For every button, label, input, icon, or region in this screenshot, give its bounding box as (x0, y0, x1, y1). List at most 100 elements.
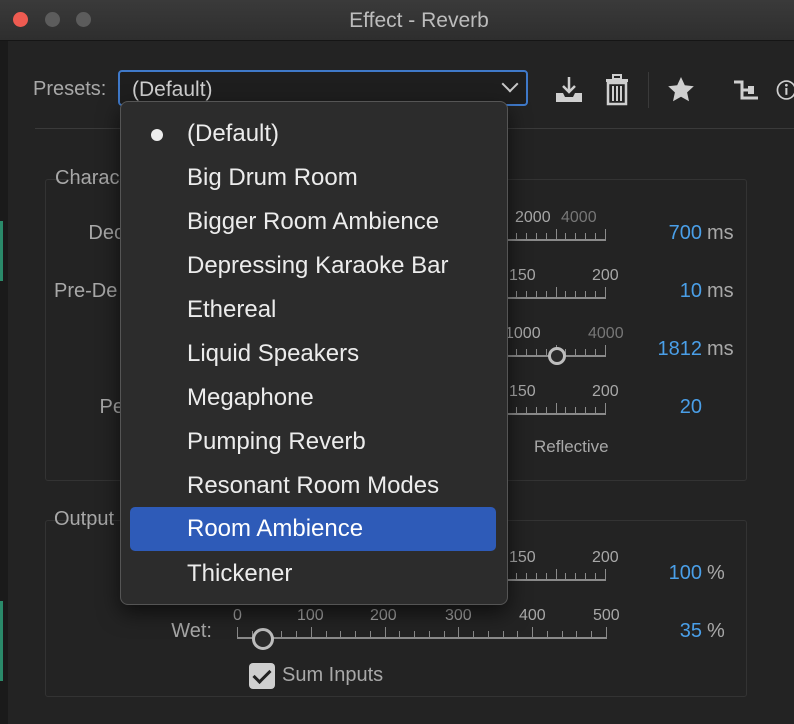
wet-slider[interactable] (237, 627, 607, 639)
ruler-tick (547, 631, 548, 637)
ruler-tick (585, 233, 586, 239)
perception-slider[interactable] (506, 403, 606, 415)
ruler-tick (516, 291, 517, 297)
window-title: Effect - Reverb (349, 9, 489, 32)
decay-label: Dec (88, 222, 124, 244)
diffusion-unit: ms (707, 338, 734, 360)
checked-bullet-icon (151, 129, 163, 141)
ruler-tick (556, 287, 557, 297)
save-preset-icon[interactable] (552, 72, 586, 108)
menu-item-liquid-speakers[interactable]: Liquid Speakers (121, 334, 507, 374)
menu-item-resonant-room-modes[interactable]: Resonant Room Modes (121, 466, 507, 506)
pre-decay-value[interactable]: 10 (640, 280, 702, 303)
characteristics-title: Charac (55, 167, 120, 189)
menu-item-label: Big Drum Room (187, 164, 358, 191)
ruler-tick (429, 631, 430, 637)
wet-slider-knob[interactable] (252, 628, 274, 650)
ruler-tick (458, 627, 459, 637)
ruler-tick (562, 631, 563, 637)
ruler-tick (565, 407, 566, 413)
ruler-tick (565, 573, 566, 579)
decay-unit: ms (707, 222, 734, 244)
menu-item-megaphone[interactable]: Megaphone (121, 378, 507, 418)
menu-item-label: Megaphone (187, 384, 314, 411)
delete-preset-icon[interactable] (602, 72, 632, 108)
pre-decay-tick-150: 150 (509, 267, 536, 284)
ruler-tick (414, 631, 415, 637)
menu-item-ethereal[interactable]: Ethereal (121, 290, 507, 330)
sum-inputs-label: Sum Inputs (282, 664, 384, 686)
ruler-tick (556, 569, 557, 579)
ruler-tick (565, 291, 566, 297)
menu-item-default[interactable]: (Default) (121, 114, 507, 154)
ruler-tick (575, 233, 576, 239)
wet-tick-100: 100 (297, 607, 324, 624)
waveform-edge (0, 41, 8, 724)
menu-item-label: Resonant Room Modes (187, 472, 440, 499)
ruler-tick (311, 627, 312, 637)
ruler-tick (385, 627, 386, 637)
ruler-tick (556, 403, 557, 413)
menu-item-bigger-room-ambience[interactable]: Bigger Room Ambience (121, 202, 507, 242)
ruler-tick (536, 291, 537, 297)
perception-tick-150: 150 (509, 383, 536, 400)
ruler-tick (595, 349, 596, 355)
ruler-tick (585, 407, 586, 413)
decay-value[interactable]: 700 (640, 222, 702, 245)
menu-item-pumping-reverb[interactable]: Pumping Reverb (121, 422, 507, 462)
ruler-tick (605, 403, 606, 413)
menu-item-big-drum-room[interactable]: Big Drum Room (121, 158, 507, 198)
ruler-tick (516, 407, 517, 413)
wet-value[interactable]: 35 (640, 620, 702, 643)
info-icon[interactable] (774, 72, 794, 108)
wet-tick-200: 200 (370, 607, 397, 624)
wet-tick-400: 400 (519, 607, 546, 624)
wet-tick-500: 500 (593, 607, 620, 624)
menu-item-depressing-karaoke-bar[interactable]: Depressing Karaoke Bar (121, 246, 507, 286)
ruler-tick (591, 631, 592, 637)
ruler-tick (526, 233, 527, 239)
diffusion-slider-knob[interactable] (548, 347, 566, 365)
presets-selected-value: (Default) (132, 78, 213, 101)
menu-item-thickener[interactable]: Thickener (121, 554, 507, 594)
decay-slider[interactable] (506, 229, 606, 241)
ruler-tick (605, 229, 606, 239)
menu-item-label: Ethereal (187, 296, 277, 323)
ruler-tick (605, 345, 606, 355)
decay-tick-2000: 2000 (515, 209, 551, 226)
ruler-tick (546, 233, 547, 239)
diffusion-tick-4000: 4000 (588, 325, 624, 342)
ruler-tick (536, 349, 537, 355)
ruler-tick (575, 349, 576, 355)
ruler-tick (546, 407, 547, 413)
title-bar: Effect - Reverb (0, 0, 794, 41)
diffusion-value[interactable]: 1812 (640, 338, 703, 361)
ruler-tick (281, 631, 282, 637)
ruler-tick (532, 627, 533, 637)
pre-decay-slider[interactable] (506, 287, 606, 299)
diffusion-tick-1000: 1000 (505, 325, 541, 342)
ruler-tick (585, 349, 586, 355)
ruler-tick (503, 631, 504, 637)
ruler-tick (516, 349, 517, 355)
menu-item-label: Thickener (187, 560, 293, 587)
ruler-tick (516, 573, 517, 579)
ruler-tick (536, 233, 537, 239)
ruler-tick (326, 631, 327, 637)
routing-icon[interactable] (730, 72, 762, 108)
favorite-star-icon[interactable] (664, 72, 698, 108)
dry-tick-200: 200 (592, 549, 619, 566)
ruler-tick (565, 233, 566, 239)
menu-item-room-ambience[interactable]: Room Ambience (130, 507, 496, 551)
dry-slider[interactable] (506, 569, 606, 581)
perception-value[interactable]: 20 (640, 396, 702, 419)
wet-unit: % (707, 620, 725, 642)
dry-value[interactable]: 100 (640, 562, 702, 585)
ruler-tick (526, 407, 527, 413)
sum-inputs-checkbox[interactable] (249, 663, 275, 689)
ruler-tick (526, 349, 527, 355)
ruler-tick (526, 291, 527, 297)
dry-unit: % (707, 562, 725, 584)
ruler-tick (595, 573, 596, 579)
menu-item-label: Pumping Reverb (187, 428, 366, 455)
